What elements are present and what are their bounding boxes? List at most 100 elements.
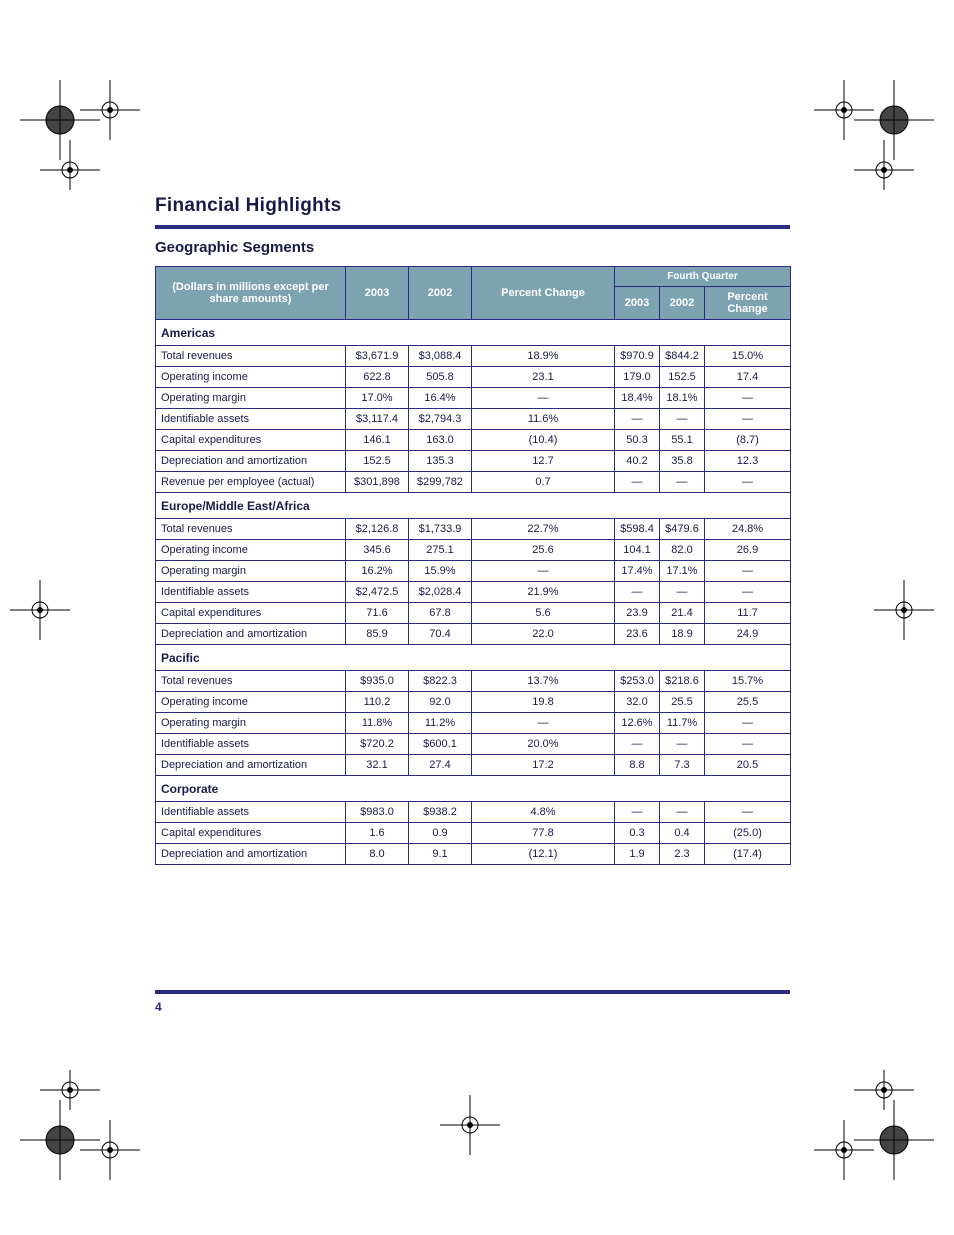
document-title: Financial Highlights (155, 195, 790, 217)
table-row: Capital expenditures71.667.85.623.921.41… (156, 603, 791, 624)
cell: 25.5 (660, 692, 705, 713)
cell: — (705, 561, 791, 582)
table-row: Depreciation and amortization8.09.1(12.1… (156, 844, 791, 865)
cell: (12.1) (472, 844, 615, 865)
cell: 77.8 (472, 823, 615, 844)
cell: 15.0% (705, 346, 791, 367)
cell: — (660, 802, 705, 823)
cell: 20.5 (705, 755, 791, 776)
cell: 2.3 (660, 844, 705, 865)
cell: 179.0 (615, 367, 660, 388)
cell: — (660, 472, 705, 493)
cell: 12.3 (705, 451, 791, 472)
cell: 18.4% (615, 388, 660, 409)
cell: 26.9 (705, 540, 791, 561)
table-row: Identifiable assets$720.2$600.120.0%——— (156, 734, 791, 755)
cell: — (615, 472, 660, 493)
cell: 275.1 (409, 540, 472, 561)
cell: Operating income (156, 540, 346, 561)
cell: 25.5 (705, 692, 791, 713)
cell: 7.3 (660, 755, 705, 776)
cell: $938.2 (409, 802, 472, 823)
cell: $3,088.4 (409, 346, 472, 367)
title-rule (155, 225, 790, 229)
cell: 110.2 (346, 692, 409, 713)
cell: 22.0 (472, 624, 615, 645)
cell: Depreciation and amortization (156, 844, 346, 865)
cell: (17.4) (705, 844, 791, 865)
cell: — (472, 561, 615, 582)
footer-rule (155, 990, 790, 994)
cell: — (705, 582, 791, 603)
cell: 21.4 (660, 603, 705, 624)
table-row: Operating margin16.2%15.9%—17.4%17.1%— (156, 561, 791, 582)
cell: 23.1 (472, 367, 615, 388)
cell: $3,671.9 (346, 346, 409, 367)
cell: 16.4% (409, 388, 472, 409)
crop-mark-right (864, 580, 944, 640)
cell: (25.0) (705, 823, 791, 844)
section-title: Americas (156, 320, 791, 346)
page-content: Financial Highlights Geographic Segments… (155, 195, 790, 865)
cell: Operating margin (156, 388, 346, 409)
cell: 24.9 (705, 624, 791, 645)
cell: 32.0 (615, 692, 660, 713)
table-row: Total revenues$935.0$822.313.7%$253.0$21… (156, 671, 791, 692)
cell: — (705, 388, 791, 409)
cell: — (660, 734, 705, 755)
cell: 1.6 (346, 823, 409, 844)
segments-table: (Dollars in millions except per share am… (155, 266, 791, 865)
table-row: Operating income110.292.019.832.025.525.… (156, 692, 791, 713)
cell: 15.7% (705, 671, 791, 692)
crop-mark-bottom-center (430, 1095, 510, 1155)
th-year1: 2003 (346, 267, 409, 320)
cell: 11.6% (472, 409, 615, 430)
cell: Capital expenditures (156, 603, 346, 624)
cell: 11.7% (660, 713, 705, 734)
page-number: 4 (155, 1000, 162, 1014)
cell: 622.8 (346, 367, 409, 388)
cell: 55.1 (660, 430, 705, 451)
cell: Operating income (156, 367, 346, 388)
cell: 11.7 (705, 603, 791, 624)
cell: Capital expenditures (156, 430, 346, 451)
cell: — (615, 582, 660, 603)
section-title: Europe/Middle East/Africa (156, 493, 791, 519)
cell: 104.1 (615, 540, 660, 561)
cell: 15.9% (409, 561, 472, 582)
cell: 11.2% (409, 713, 472, 734)
cell: $2,472.5 (346, 582, 409, 603)
crop-mark-left (10, 580, 90, 640)
cell: 16.2% (346, 561, 409, 582)
cell: 23.9 (615, 603, 660, 624)
cell: 135.3 (409, 451, 472, 472)
cell: 25.6 (472, 540, 615, 561)
cell: $720.2 (346, 734, 409, 755)
cell: $983.0 (346, 802, 409, 823)
cell: 17.2 (472, 755, 615, 776)
cell: $598.4 (615, 519, 660, 540)
cell: $2,028.4 (409, 582, 472, 603)
crop-mark-top-left (20, 80, 140, 190)
cell: — (705, 713, 791, 734)
cell: Identifiable assets (156, 582, 346, 603)
cell: Revenue per employee (actual) (156, 472, 346, 493)
cell: — (705, 409, 791, 430)
cell: $1,733.9 (409, 519, 472, 540)
cell: 32.1 (346, 755, 409, 776)
cell: Total revenues (156, 671, 346, 692)
cell: 24.8% (705, 519, 791, 540)
cell: Depreciation and amortization (156, 755, 346, 776)
cell: Operating income (156, 692, 346, 713)
cell: 505.8 (409, 367, 472, 388)
cell: Total revenues (156, 519, 346, 540)
cell: (8.7) (705, 430, 791, 451)
cell: 0.3 (615, 823, 660, 844)
cell: 22.7% (472, 519, 615, 540)
cell: $844.2 (660, 346, 705, 367)
cell: 27.4 (409, 755, 472, 776)
section-title: Corporate (156, 776, 791, 802)
table-row: Capital expenditures146.1163.0(10.4)50.3… (156, 430, 791, 451)
cell: 23.6 (615, 624, 660, 645)
th-q-pct: Percent Change (705, 287, 791, 320)
